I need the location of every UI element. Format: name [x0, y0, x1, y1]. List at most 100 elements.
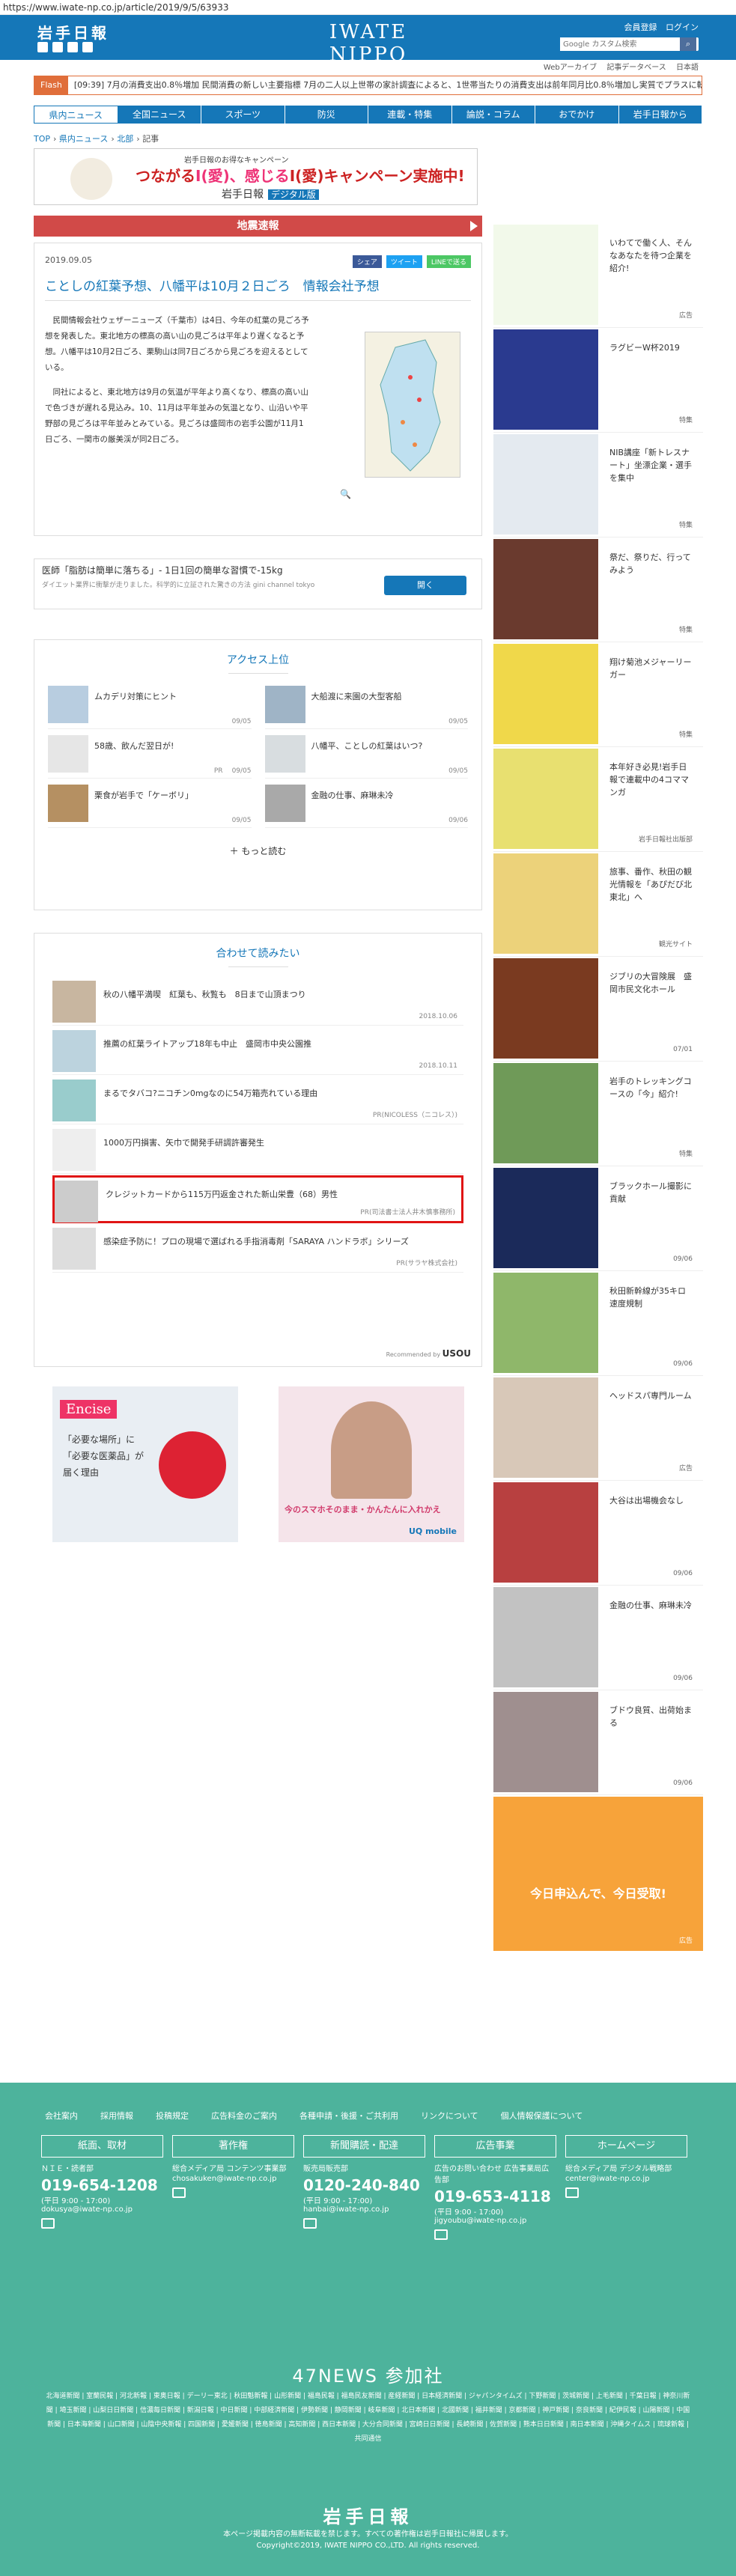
- related-item[interactable]: 感染症予防に！プロの現場で選ばれる手指消毒剤「SARAYA ハンドラボ」シリーズ…: [52, 1225, 463, 1273]
- related-item-highlighted[interactable]: クレジットカードから115万円返金された新山栄豊（68）男性 PR(司法書士法人井…: [52, 1175, 463, 1223]
- breadcrumb-north[interactable]: 北部: [117, 134, 133, 144]
- apple-image: [159, 1431, 226, 1499]
- facebook-icon[interactable]: [52, 42, 63, 52]
- breadcrumb-current: 記事: [142, 134, 159, 144]
- related-meta: 2018.10.11: [419, 1062, 457, 1070]
- footer-tel[interactable]: 0120-240-840: [303, 2176, 425, 2194]
- sidebar-item[interactable]: 祭だ、祭りだ、行ってみよう 特集: [493, 538, 703, 642]
- sidebar-item[interactable]: 金融の仕事、麻琳未冷 09/06: [493, 1586, 703, 1690]
- footer-link[interactable]: 会社案内: [45, 2110, 78, 2122]
- site-logo[interactable]: 岩手日報: [37, 21, 109, 43]
- mail-icon[interactable]: [172, 2187, 186, 2198]
- ranking-item[interactable]: 栗食が岩手で「ケーボリ」 09/05: [48, 785, 252, 828]
- nav-column[interactable]: 論説・コラム: [452, 106, 535, 124]
- footer-hours: (平日 9:00 - 17:00): [434, 2208, 504, 2217]
- sidebar-ad[interactable]: 今日申込んで、今日受取! 広告: [493, 1795, 703, 1952]
- footer-email[interactable]: center@iwate-np.co.jp: [565, 2175, 687, 2183]
- footer-link[interactable]: 個人情報保護について: [501, 2110, 583, 2122]
- zoom-icon[interactable]: 🔍: [340, 489, 351, 499]
- ranking-item[interactable]: 八幡平、ことしの紅葉はいつ? 09/05: [264, 735, 468, 779]
- sidebar-item[interactable]: NIB講座「新トレスナート」坐漂企業・選手を集中 特集: [493, 433, 703, 538]
- sidebar-item[interactable]: 岩手のトレッキングコースの「今」紹介! 特集: [493, 1062, 703, 1166]
- foliage-map-image[interactable]: [365, 332, 460, 478]
- breadcrumb-top[interactable]: TOP: [34, 134, 50, 144]
- nav-series[interactable]: 連載・特集: [368, 106, 452, 124]
- footer-link[interactable]: リンクについて: [421, 2110, 478, 2122]
- footer-link[interactable]: 採用情報: [100, 2110, 133, 2122]
- search-box: ⌕: [560, 37, 699, 51]
- nav-from-iwate[interactable]: 岩手日報から: [619, 106, 702, 124]
- nav-outing[interactable]: おでかけ: [535, 106, 619, 124]
- sidebar-item[interactable]: ラグビーW杯2019 特集: [493, 328, 703, 433]
- sidebar-item[interactable]: ブラックホール撮影に貢献 09/06: [493, 1166, 703, 1271]
- related-item[interactable]: 秋の八幡平満喫 紅葉も、秋覧も 8日まで山頂まつり 2018.10.06: [52, 978, 463, 1026]
- sidebar-title: いわてで働く人、そんなあなたを待つ企業を紹介!: [609, 238, 692, 273]
- footer-email[interactable]: dokusya@iwate-np.co.jp: [41, 2205, 163, 2214]
- footer-email[interactable]: jigyoubu@iwate-np.co.jp: [434, 2217, 556, 2225]
- footer-email[interactable]: hanbai@iwate-np.co.jp: [303, 2205, 425, 2214]
- footer-link[interactable]: 投稿規定: [156, 2110, 189, 2122]
- related-item[interactable]: まるでタバコ?ニコチン0mgなのに54万箱売れている理由 PR(NICOLESS（…: [52, 1077, 463, 1124]
- 47news-list[interactable]: 北海道新聞 | 室蘭民報 | 河北新報 | 東奥日報 | デーリー東北 | 秋田…: [45, 2390, 691, 2446]
- nav-national-news[interactable]: 全国ニュース: [118, 106, 201, 124]
- sidebar-item[interactable]: いわてで働く人、そんなあなたを待つ企業を紹介! 広告: [493, 223, 703, 328]
- footer-email[interactable]: chosakuken@iwate-np.co.jp: [172, 2175, 294, 2183]
- sidebar-item[interactable]: 秋田新幹線が35キロ速度規制 09/06: [493, 1271, 703, 1376]
- more-link[interactable]: もっと読む: [34, 844, 481, 857]
- instagram-icon[interactable]: [82, 42, 93, 52]
- flash-news[interactable]: Flash [09:39] 7月の消費支出0.8％増加 民間消費の新しい主要指標…: [34, 76, 702, 95]
- footer-tel[interactable]: 019-654-1208: [41, 2176, 163, 2194]
- register-link[interactable]: 会員登録: [624, 22, 657, 32]
- footer-col-head: 広告事業: [434, 2135, 556, 2158]
- database-link[interactable]: 記事データベース: [606, 64, 666, 72]
- nav-disaster[interactable]: 防災: [285, 106, 368, 124]
- sidebar-title: ラグビーW杯2019: [609, 343, 680, 353]
- footer-col-label: 販売局販売部: [303, 2165, 348, 2173]
- breadcrumb-local[interactable]: 県内ニュース: [59, 134, 108, 144]
- ad-uq-mobile[interactable]: 今のスマホそのまま・かんたんに入れかえ UQ mobile: [279, 1386, 464, 1542]
- sidebar-item[interactable]: ヘッドスパ専門ルーム 広告: [493, 1376, 703, 1481]
- footer-logo[interactable]: 岩手日報: [0, 2502, 736, 2528]
- native-ad[interactable]: 医師「脂肪は簡単に落ちる」- 1日1回の簡単な習慣で-15kg ダイエット業界に…: [34, 558, 482, 609]
- footer-tel[interactable]: 019-653-4118: [434, 2187, 556, 2205]
- ad-open-button[interactable]: 開く: [384, 576, 466, 595]
- ranking-item[interactable]: 金融の仕事、麻琳未冷 09/06: [264, 785, 468, 828]
- twitter-icon[interactable]: [37, 42, 48, 52]
- sidebar-tag: 特集: [678, 627, 693, 634]
- sidebar-item[interactable]: 翔け菊池メジャーリーガー 特集: [493, 642, 703, 747]
- search-icon[interactable]: ⌕: [680, 37, 696, 51]
- sidebar-item[interactable]: 大谷は出場機会なし 09/06: [493, 1481, 703, 1586]
- archive-link[interactable]: Webアーカイブ: [544, 64, 597, 72]
- line-icon[interactable]: [67, 42, 78, 52]
- sidebar-item[interactable]: 本年好き必見!岩手日報で連載中の4コママンガ 岩手日報社出版部: [493, 747, 703, 852]
- mail-icon[interactable]: [434, 2229, 448, 2240]
- login-link[interactable]: ログイン: [666, 22, 699, 32]
- twitter-share-button[interactable]: ツイート: [386, 255, 422, 268]
- sidebar-item[interactable]: ジブリの大冒険展 盛岡市民文化ホール 07/01: [493, 957, 703, 1062]
- language-select[interactable]: 日本語: [676, 64, 699, 72]
- search-input[interactable]: [560, 37, 680, 51]
- ad-encise[interactable]: Encise 「必要な場所」に「必要な医薬品」が届く理由: [52, 1386, 238, 1542]
- address-bar[interactable]: https://www.iwate-np.co.jp/article/2019/…: [0, 0, 736, 15]
- ranking-item[interactable]: 58歳、飲んだ翌日が! PR 09/05: [48, 735, 252, 779]
- related-item[interactable]: 推薦の紅葉ライトアップ18年も中止 盛岡市中央公園推 2018.10.11: [52, 1027, 463, 1075]
- nav-sports[interactable]: スポーツ: [201, 106, 285, 124]
- related-item[interactable]: 1000万円損害、矢巾で開発手研調許審発生: [52, 1126, 463, 1174]
- facebook-share-button[interactable]: シェア: [352, 255, 382, 268]
- sidebar-item[interactable]: ブドウ良質、出荷始まる 09/06: [493, 1690, 703, 1795]
- ranking-item[interactable]: ムカデリ対策にヒント 09/05: [48, 686, 252, 729]
- brand-title[interactable]: IWATE NIPPO 2019.09.06. 金: [294, 21, 443, 77]
- ranking-item[interactable]: 大船渡に来園の大型客船 09/05: [264, 686, 468, 729]
- mail-icon[interactable]: [41, 2218, 55, 2229]
- recommended-by[interactable]: Recommended by USOU: [386, 1348, 471, 1359]
- mail-icon[interactable]: [303, 2218, 317, 2229]
- footer-link[interactable]: 広告料金のご案内: [211, 2110, 277, 2122]
- quake-banner[interactable]: 地震速報: [34, 216, 482, 237]
- related-heading: 合わせて読みたい: [34, 946, 481, 967]
- footer-link[interactable]: 各種申請・後援・ご共利用: [299, 2110, 398, 2122]
- campaign-banner[interactable]: 岩手日報のお得なキャンペーン つながるI(愛)、感じるI(愛)キャンペーン実施中…: [34, 148, 478, 205]
- nav-local-news[interactable]: 県内ニュース: [34, 106, 118, 124]
- sidebar-item[interactable]: 旅事、番作、秋田の観光情報を「あぴだび北東北」へ 観光サイト: [493, 852, 703, 957]
- line-share-button[interactable]: LINEで送る: [426, 255, 471, 268]
- mail-icon[interactable]: [565, 2187, 579, 2198]
